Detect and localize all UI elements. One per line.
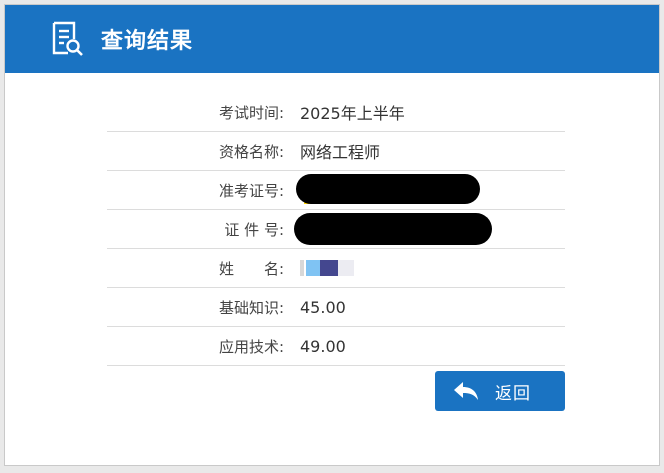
- applied-technology-score: 49.00: [300, 336, 346, 356]
- redaction-mark: [294, 213, 492, 245]
- id-number-value: [294, 210, 565, 248]
- name-value: [300, 249, 565, 287]
- back-button[interactable]: 返回: [435, 371, 565, 411]
- name-label: 姓 名:: [218, 259, 284, 278]
- admission-number-label: 准考证号:: [218, 181, 284, 200]
- applied-technology-label: 应用技术:: [218, 337, 284, 356]
- row-basic-knowledge: 基础知识: 45.00: [107, 288, 565, 327]
- result-list: 考试时间: 2025年上半年 资格名称: 网络工程师 准考证号: 证 件 号: …: [107, 93, 565, 366]
- exam-time-label: 考试时间:: [218, 103, 284, 122]
- reply-arrow-icon: [453, 380, 481, 402]
- row-qualification: 资格名称: 网络工程师: [107, 132, 565, 171]
- result-panel: 查询结果 考试时间: 2025年上半年 资格名称: 网络工程师 准考证号: 证 …: [4, 4, 660, 466]
- row-admission-number: 准考证号:: [107, 171, 565, 210]
- admission-number-value: [296, 171, 565, 209]
- qualification-value: 网络工程师: [300, 143, 381, 162]
- qualification-label: 资格名称:: [218, 142, 284, 161]
- basic-knowledge-label: 基础知识:: [218, 298, 284, 317]
- row-applied-technology: 应用技术: 49.00: [107, 327, 565, 366]
- basic-knowledge-score: 45.00: [300, 297, 346, 317]
- document-search-icon: [49, 20, 85, 58]
- row-name: 姓 名:: [107, 249, 565, 288]
- pixelated-name: [300, 260, 354, 276]
- page-title: 查询结果: [101, 29, 194, 54]
- back-button-label: 返回: [495, 383, 531, 404]
- row-exam-time: 考试时间: 2025年上半年: [107, 93, 565, 132]
- id-number-label: 证 件 号:: [224, 220, 284, 239]
- exam-time-value: 2025年上半年: [300, 104, 405, 123]
- redaction-mark: [296, 174, 480, 204]
- row-id-number: 证 件 号:: [107, 210, 565, 249]
- header-bar: 查询结果: [5, 5, 659, 73]
